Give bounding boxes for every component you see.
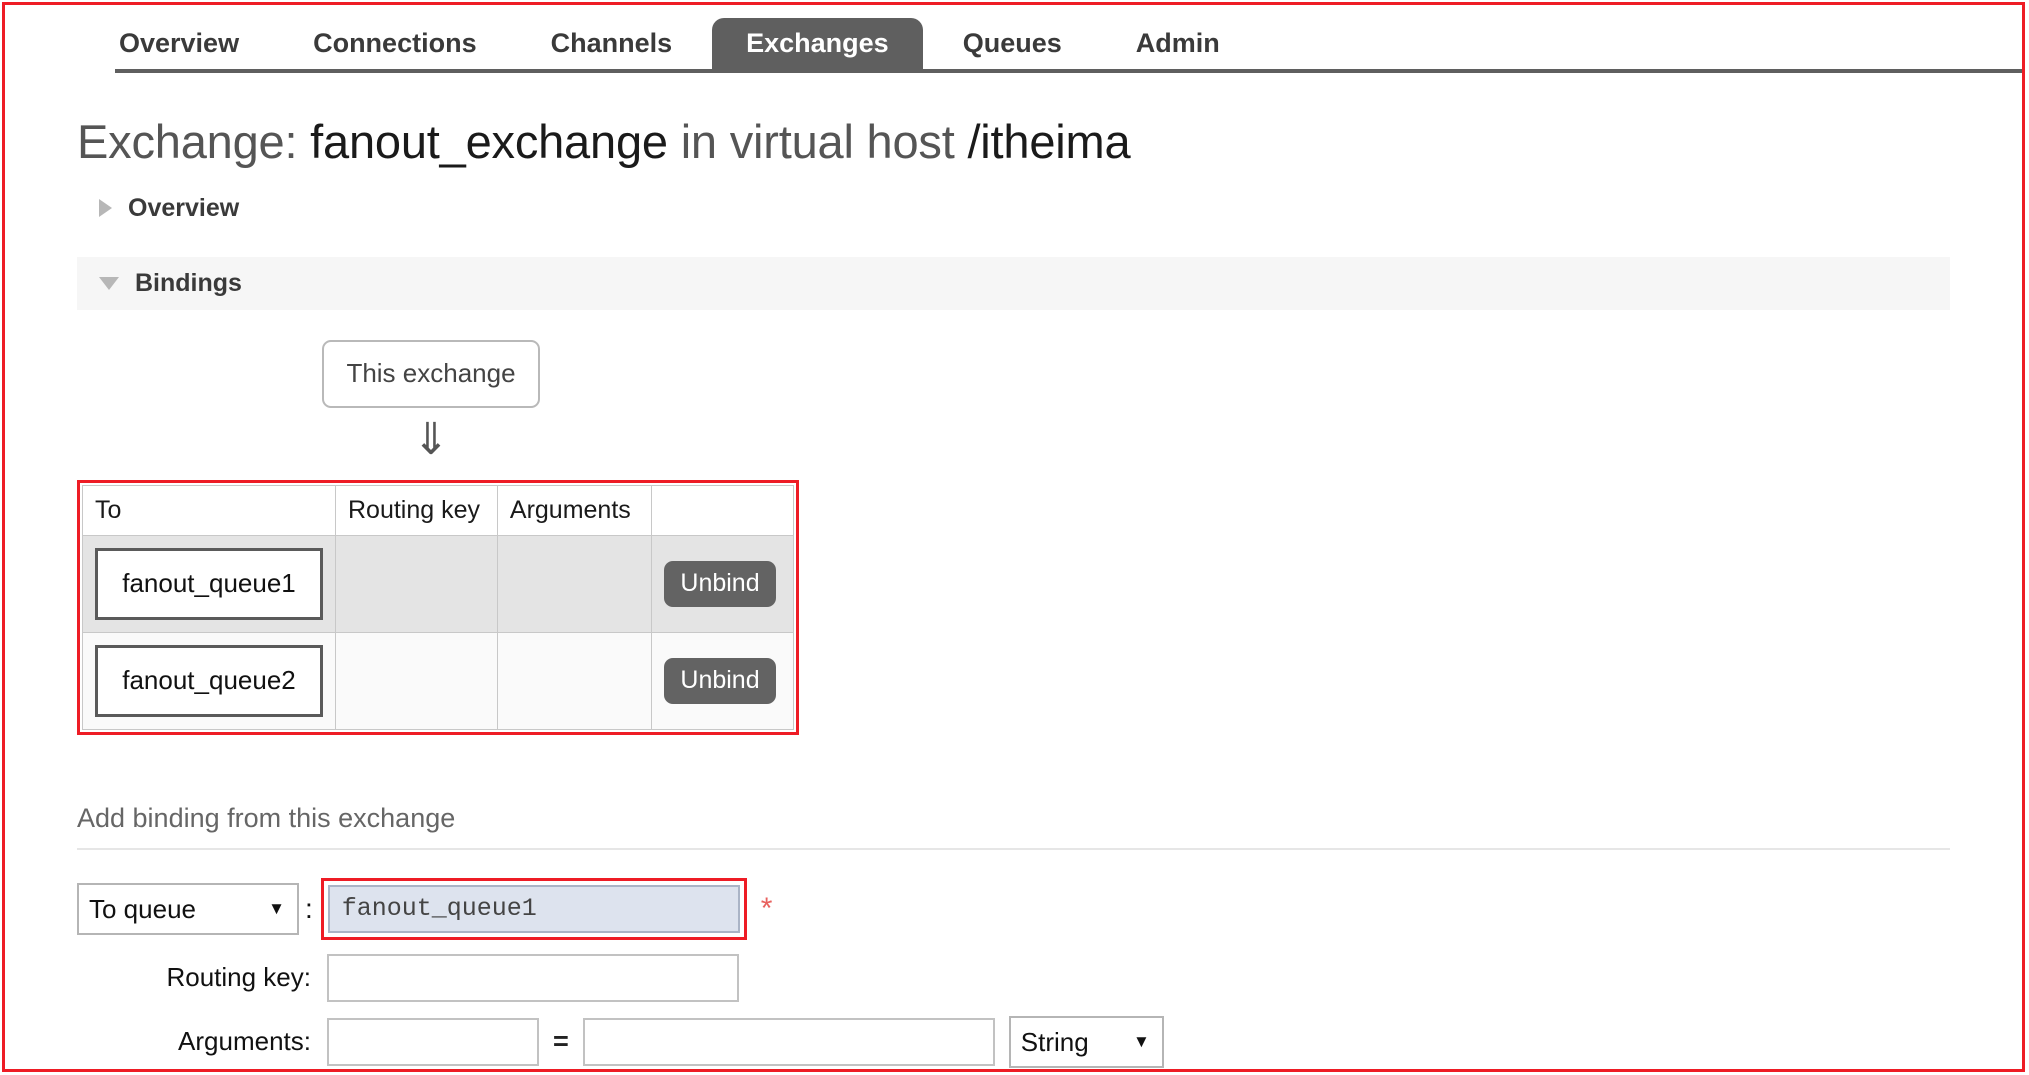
tab-connections[interactable]: Connections <box>279 18 511 73</box>
page-title: Exchange: fanout_exchange in virtual hos… <box>77 113 2022 172</box>
queue-link-fanout-queue1[interactable]: fanout_queue1 <box>95 547 323 620</box>
cell-to: fanout_queue1 <box>82 534 336 633</box>
section-header-bindings[interactable]: Bindings <box>77 256 1950 310</box>
routing-key-label: Routing key: <box>166 962 311 993</box>
tab-channels[interactable]: Channels <box>517 18 707 73</box>
queue-link-fanout-queue2[interactable]: fanout_queue2 <box>95 644 323 717</box>
add-binding-heading: Add binding from this exchange <box>77 803 1950 850</box>
bindings-table-annotation: To Routing key Arguments fanout_queue1 U… <box>77 479 799 735</box>
cell-routing-key <box>335 631 498 730</box>
argument-value-input[interactable] <box>582 1017 995 1066</box>
argument-key-input[interactable] <box>327 1017 539 1066</box>
arguments-label: Arguments: <box>178 1026 311 1057</box>
page-title-middle: in virtual host <box>680 115 955 168</box>
tab-exchanges[interactable]: Exchanges <box>712 17 923 73</box>
destination-colon: : <box>305 892 313 924</box>
double-arrow-down-icon: ⇓ <box>412 413 450 465</box>
bindings-table-head: To Routing key Arguments <box>82 484 794 536</box>
this-exchange-label: This exchange <box>346 358 516 389</box>
triangle-right-icon <box>99 199 112 218</box>
argument-type-select[interactable]: String Number Boolean List <box>1008 1015 1164 1068</box>
form-row-arguments: Arguments: = String Number Boolean List <box>77 1015 2022 1068</box>
section-label-overview: Overview <box>128 193 240 222</box>
column-header-actions <box>651 484 794 536</box>
annotated-page-frame: Overview Connections Channels Exchanges … <box>2 2 2025 1072</box>
page-title-exchange-name: fanout_exchange <box>310 115 668 168</box>
unbind-button[interactable]: Unbind <box>664 561 776 607</box>
nav-underline <box>115 69 2022 73</box>
form-row-destination: To queue To exchange : * <box>77 877 2022 940</box>
form-row-routing-key: Routing key: <box>77 953 2022 1002</box>
tab-admin[interactable]: Admin <box>1102 18 1254 73</box>
cell-arguments <box>496 631 653 730</box>
cell-to: fanout_queue2 <box>82 631 336 730</box>
table-row: fanout_queue2 Unbind <box>82 631 794 730</box>
cell-arguments <box>496 534 653 633</box>
this-exchange-box: This exchange <box>322 339 540 408</box>
tab-queues[interactable]: Queues <box>929 18 1096 73</box>
bindings-table: To Routing key Arguments fanout_queue1 U… <box>82 484 794 730</box>
triangle-down-icon <box>99 276 119 290</box>
add-binding-form: To queue To exchange : * Routing key: Ar… <box>77 877 2022 1069</box>
page-title-prefix: Exchange: <box>77 115 298 168</box>
destination-type-select[interactable]: To queue To exchange <box>77 882 299 935</box>
unbind-button[interactable]: Unbind <box>664 658 776 704</box>
bindings-table-body: fanout_queue1 Unbind fanout_queue2 Unbin… <box>82 534 794 730</box>
table-header-row: To Routing key Arguments <box>82 484 794 536</box>
table-row: fanout_queue1 Unbind <box>82 534 794 633</box>
routing-key-input[interactable] <box>327 953 739 1002</box>
column-header-to: To <box>82 484 336 536</box>
required-asterisk: * <box>760 891 773 925</box>
destination-select-wrapper: To queue To exchange <box>77 882 299 935</box>
main-navigation: Overview Connections Channels Exchanges … <box>5 5 2022 73</box>
section-header-overview[interactable]: Overview <box>77 182 1950 235</box>
destination-name-input[interactable] <box>327 884 740 933</box>
argument-type-select-wrapper: String Number Boolean List <box>1008 1015 1164 1068</box>
section-label-bindings: Bindings <box>135 268 242 297</box>
tab-overview[interactable]: Overview <box>85 18 273 73</box>
equals-sign: = <box>553 1026 569 1057</box>
cell-action: Unbind <box>651 534 794 633</box>
column-header-routing-key: Routing key <box>335 484 498 536</box>
binding-diagram: This exchange ⇓ <box>77 339 2022 465</box>
column-header-arguments: Arguments <box>496 484 653 536</box>
destination-input-annotation <box>320 877 747 940</box>
cell-routing-key <box>335 534 498 633</box>
cell-action: Unbind <box>651 631 794 730</box>
page-content: Exchange: fanout_exchange in virtual hos… <box>5 113 2022 1069</box>
page-title-vhost: /itheima <box>967 115 1131 168</box>
